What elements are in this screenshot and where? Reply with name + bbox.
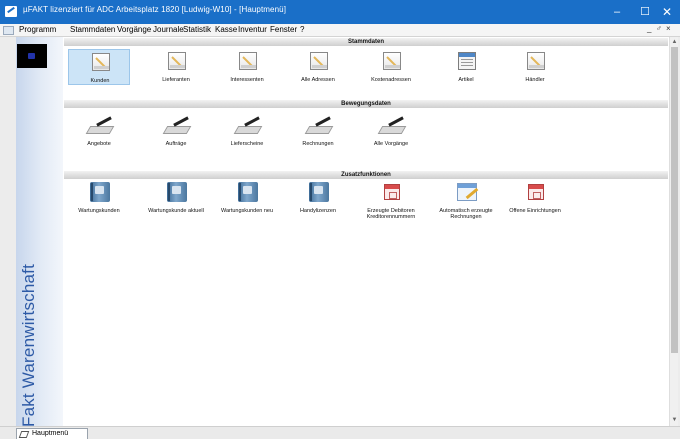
scroll-down-arrow-icon[interactable]: ▼ — [671, 416, 678, 424]
section-header-zusatzfunktionen: Zusatzfunktionen — [64, 171, 668, 179]
section-header-bewegungsdaten: Bewegungsdaten — [64, 100, 668, 108]
tile-label: Offene Einrichtungen — [509, 208, 561, 214]
document-pen-icon — [239, 52, 257, 70]
tile-alle-adressen[interactable]: Alle Adressen — [287, 49, 349, 85]
menu-bar: Programm Stammdaten Vorgänge Journale St… — [0, 24, 680, 37]
binder-icon — [309, 182, 329, 202]
calendar-icon — [384, 184, 400, 200]
tab-label: Hauptmenü — [32, 430, 69, 437]
section-header-stammdaten: Stammdaten — [64, 38, 668, 46]
calendar-icon — [528, 184, 544, 200]
menu-statistik[interactable]: Statistik — [183, 25, 211, 34]
window-title: µFAKT lizenziert für ADC Arbeitsplatz 18… — [23, 5, 287, 14]
writing-pen-icon — [307, 119, 331, 133]
menu-programm[interactable]: Programm — [19, 25, 56, 34]
tile-label: Kunden — [90, 78, 110, 84]
writing-pen-icon — [165, 119, 189, 133]
tile-label: Alle Vorgänge — [373, 141, 409, 147]
app-logo-icon — [5, 6, 17, 17]
tile-auftraege[interactable]: Aufträge — [145, 111, 207, 147]
tile-haendler[interactable]: Händler — [504, 49, 566, 85]
tile-wartungskunde-aktuell[interactable]: Wartungskunde aktuell — [145, 182, 207, 218]
tile-lieferscheine[interactable]: Lieferscheine — [216, 111, 278, 147]
scrollbar-thumb[interactable] — [671, 47, 678, 353]
tile-label: Rechnungen — [302, 141, 334, 147]
tile-kostenadressen[interactable]: Kostenadressen — [360, 49, 422, 85]
document-pen-icon — [527, 52, 545, 70]
close-button[interactable]: ✕ — [650, 0, 680, 24]
document-pen-icon — [383, 52, 401, 70]
binder-icon — [167, 182, 187, 202]
tile-automatisch-erzeugte-rechnungen[interactable]: Automatisch erzeugte Rechnungen — [435, 182, 497, 220]
tile-wartungskunden[interactable]: Wartungskunden — [68, 182, 130, 218]
tile-interessenten[interactable]: Interessenten — [216, 49, 278, 85]
tile-artikel[interactable]: Artikel — [435, 49, 497, 85]
mdi-close-button[interactable]: × — [666, 24, 671, 33]
menu-help[interactable]: ? — [300, 25, 304, 34]
main-menu-icon — [18, 431, 30, 438]
tile-label: Wartungskunde aktuell — [148, 208, 204, 214]
tile-label: Lieferanten — [162, 77, 190, 83]
document-pen-icon — [92, 53, 110, 71]
tile-alle-vorgaenge[interactable]: Alle Vorgänge — [360, 111, 422, 147]
tile-wartungskunden-neu[interactable]: Wartungskunden neu — [216, 182, 278, 218]
scroll-up-arrow-icon[interactable]: ▲ — [671, 38, 678, 46]
main-menu-content: Stammdaten Kunden Lieferanten Interessen… — [63, 37, 669, 426]
menu-kasse[interactable]: Kasse — [215, 25, 237, 34]
tile-label: Aufträge — [165, 141, 187, 147]
binder-icon — [90, 182, 110, 202]
tile-kunden[interactable]: Kunden — [68, 49, 130, 85]
menu-inventur[interactable]: Inventur — [238, 25, 267, 34]
vertical-scrollbar[interactable]: ▲ ▼ — [669, 37, 678, 426]
sheet-pen-icon — [457, 183, 477, 201]
tile-handylizenzen[interactable]: Handylizenzen — [287, 182, 349, 218]
mdi-window-icon[interactable] — [3, 26, 14, 35]
tile-label: Lieferscheine — [230, 141, 264, 147]
writing-pen-icon — [236, 119, 260, 133]
menu-stammdaten[interactable]: Stammdaten — [70, 25, 115, 34]
mdi-minimize-button[interactable]: _ — [647, 24, 651, 33]
document-pen-icon — [310, 52, 328, 70]
tile-label: Erzeugte Debitoren Kreditorennummern — [366, 208, 416, 220]
menu-journale[interactable]: Journale — [153, 25, 184, 34]
tile-label: Handylizenzen — [299, 208, 337, 214]
tile-offene-einrichtungen[interactable]: Offene Einrichtungen — [504, 182, 566, 218]
writing-pen-sum-icon — [380, 119, 404, 133]
tile-rechnungen[interactable]: Rechnungen — [287, 111, 349, 147]
side-panel-brand-text: µFakt Warenwirtschaft — [19, 263, 38, 437]
window-tab-bar: Hauptmenü — [0, 426, 680, 439]
menu-vorgaenge[interactable]: Vorgänge — [117, 25, 151, 34]
window-form-icon — [458, 52, 476, 70]
writing-pen-icon — [88, 119, 112, 133]
tile-label: Alle Adressen — [301, 77, 335, 83]
tile-label: Interessenten — [230, 77, 264, 83]
tile-angebote[interactable]: Angebote — [68, 111, 130, 147]
tile-label: Angebote — [87, 141, 111, 147]
tab-hauptmenue[interactable]: Hauptmenü — [16, 428, 88, 439]
mdi-restore-button[interactable]: ♂ — [656, 24, 662, 33]
tile-label: Händler — [525, 77, 545, 83]
tile-label: Kostenadressen — [371, 77, 411, 83]
tile-lieferanten[interactable]: Lieferanten — [145, 49, 207, 85]
binder-icon — [238, 182, 258, 202]
side-panel: µFakt Warenwirtschaft — [16, 37, 63, 437]
window-left-edge — [0, 37, 16, 426]
document-pen-icon — [168, 52, 186, 70]
tile-label: Wartungskunden neu — [220, 208, 274, 214]
tile-erzeugte-debitoren[interactable]: Erzeugte Debitoren Kreditorennummern — [360, 182, 422, 220]
title-bar: µFAKT lizenziert für ADC Arbeitsplatz 18… — [0, 0, 680, 24]
tile-label: Wartungskunden — [78, 208, 120, 214]
menu-fenster[interactable]: Fenster — [270, 25, 297, 34]
